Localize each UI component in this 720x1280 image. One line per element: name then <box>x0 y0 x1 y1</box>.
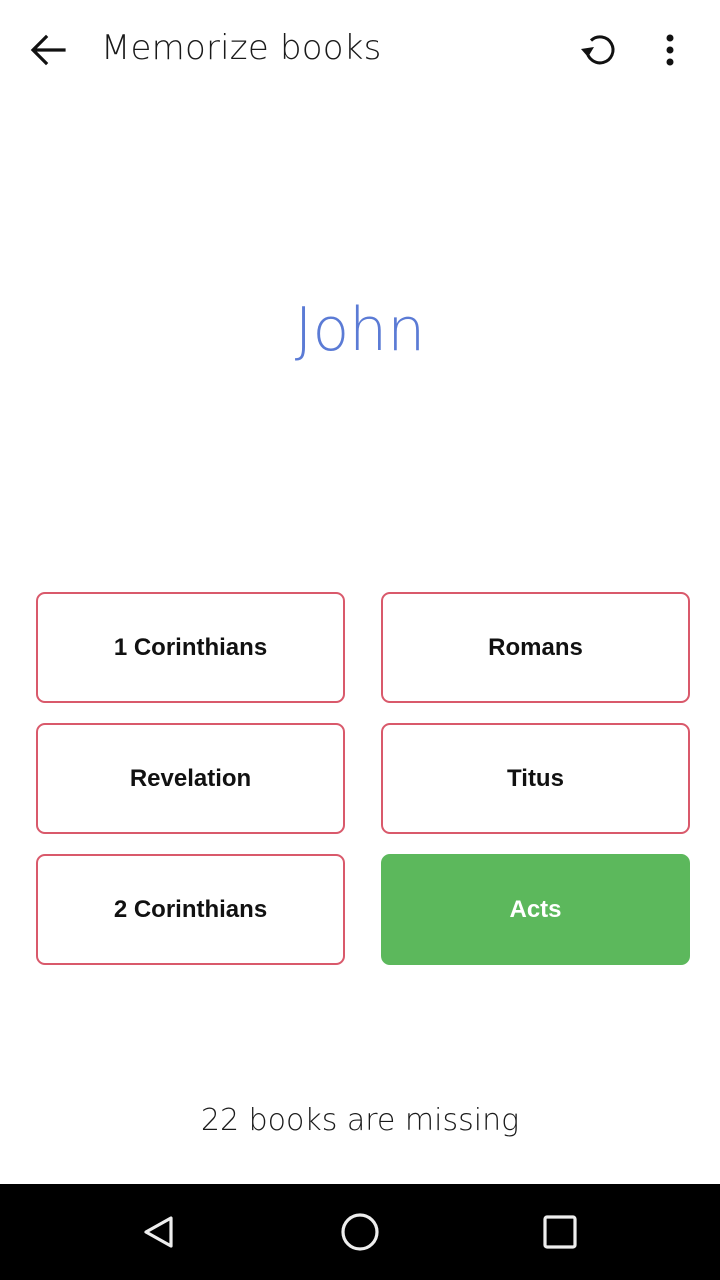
nav-back-button[interactable] <box>120 1202 200 1262</box>
reset-button[interactable] <box>572 25 626 75</box>
page-title: Memorize books <box>101 28 382 68</box>
answer-option-3[interactable]: Revelation <box>36 723 345 834</box>
nav-recents-button[interactable] <box>520 1202 600 1262</box>
more-vertical-icon <box>666 34 674 66</box>
nav-home-circle-icon <box>341 1213 379 1251</box>
app-bar: Memorize books <box>0 0 720 100</box>
missing-books-status: 22 books are missing <box>200 1103 520 1138</box>
answer-option-5[interactable]: 2 Corinthians <box>36 854 345 965</box>
question-book: John <box>294 295 426 365</box>
arrow-left-icon <box>30 34 66 66</box>
answer-label: 1 Corinthians <box>113 633 268 661</box>
restart-icon <box>581 35 615 65</box>
answer-label: Revelation <box>129 764 252 792</box>
back-button[interactable] <box>20 25 76 75</box>
answer-option-4[interactable]: Titus <box>381 723 690 834</box>
nav-recents-square-icon <box>543 1215 577 1249</box>
answer-label: Romans <box>488 633 583 661</box>
more-options-button[interactable] <box>648 25 692 75</box>
nav-back-triangle-icon <box>144 1216 173 1248</box>
system-navigation-bar <box>0 1184 720 1280</box>
answer-option-6-correct[interactable]: Acts <box>381 854 690 965</box>
answer-label: Titus <box>507 764 564 792</box>
answer-option-2[interactable]: Romans <box>381 592 690 703</box>
nav-home-button[interactable] <box>320 1202 400 1262</box>
answer-option-1[interactable]: 1 Corinthians <box>36 592 345 703</box>
answer-label: 2 Corinthians <box>113 895 268 923</box>
answer-label: Acts <box>509 895 562 923</box>
